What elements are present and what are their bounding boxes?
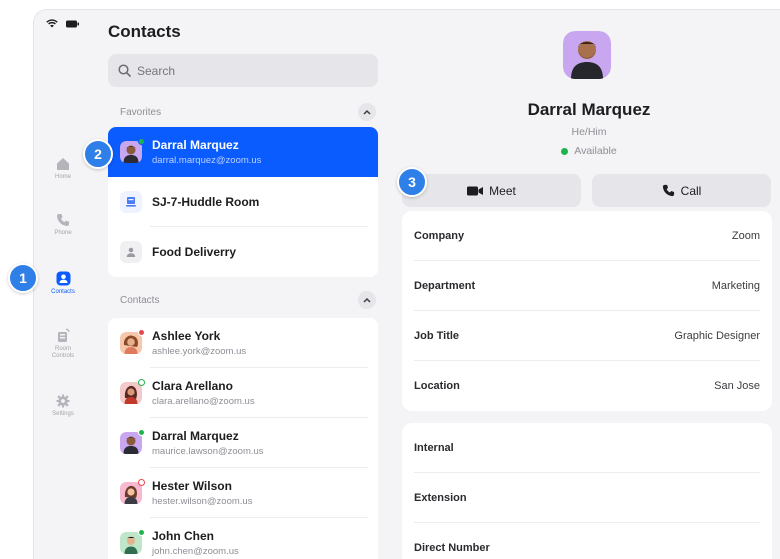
callout-badge-2: 2 [83,139,113,169]
favorites-header: Favorites [120,103,376,121]
status-dot [138,479,145,486]
video-camera-icon [467,186,484,195]
contact-email: darral.marquez@zoom.us [152,155,262,166]
room-controls-icon [58,328,70,342]
rail-label-home: Home [54,174,71,180]
chevron-up-icon [363,297,371,303]
info-row-extension[interactable]: Extension [402,473,772,523]
avatar [120,529,145,554]
chevron-up-icon [363,109,371,115]
info-row-company: Company Zoom [402,211,772,261]
wifi-icon [46,19,58,28]
nav-rail: Home Phone Contacts Room Controls Settin… [34,10,92,559]
callout-badge-3: 3 [397,167,427,197]
contacts-title: Contacts [108,22,181,41]
contact-email: maurice.lawson@zoom.us [152,446,264,457]
contact-name: John Chen [152,529,214,543]
search-field[interactable] [108,54,378,87]
contact-pronouns: He/Him [571,126,607,138]
avatar [120,479,145,504]
contact-name: SJ-7-Huddle Room [152,195,260,209]
rail-item-contacts[interactable]: Contacts [34,271,92,296]
contacts-section-header: Contacts [120,291,376,309]
rail-label-phone: Phone [54,230,72,236]
contact-detail-name: Darral Marquez [527,100,651,119]
contact-name: Clara Arellano [152,379,233,393]
available-dot [561,147,569,155]
info-row-location: Location San Jose [414,380,760,392]
favorites-collapse-button[interactable] [358,103,376,121]
rail-label-room-controls: Room Controls [51,346,75,359]
contact-name: Darral Marquez [152,429,239,443]
contact-name: Darral Marquez [152,138,239,152]
gear-icon [56,394,70,408]
rail-label-contacts: Contacts [51,289,75,295]
list-item[interactable]: Ashlee York ashlee.york@zoom.us [108,318,378,368]
callout-badge-1: 1 [8,263,38,293]
rail-item-room-controls[interactable]: Room Controls [34,328,92,360]
info-row-internal[interactable]: Internal [402,423,772,473]
search-input[interactable] [137,63,357,78]
contacts-collapse-button[interactable] [358,291,376,309]
home-icon [57,158,69,170]
list-item[interactable]: John Chen john.chen@zoom.us [108,518,378,559]
status-dot [138,329,145,336]
info-row-direct-number[interactable]: Direct Number [402,523,772,559]
status-dot [138,529,145,536]
rail-label-settings: Settings [52,411,74,417]
favorite-item-huddle-room[interactable]: SJ-7-Huddle Room [108,177,378,227]
contact-name: Hester Wilson [152,479,232,493]
presence-status: Available [404,145,774,157]
status-dot [138,429,145,436]
person-icon [120,241,142,263]
call-button[interactable]: Call [592,174,771,207]
favorite-item-food-delivery[interactable]: Food Deliverry [108,227,378,277]
contact-email: john.chen@zoom.us [152,546,239,557]
presence-label: Available [574,145,617,157]
phone-icon [662,184,674,197]
search-icon [118,64,131,77]
info-row-job-title: Job Title Graphic Designer [402,311,772,361]
list-item[interactable]: Clara Arellano clara.arellano@zoom.us [108,368,378,418]
room-icon [120,191,142,213]
contact-email: clara.arellano@zoom.us [152,396,255,407]
meet-label: Meet [489,183,516,198]
info-row-department: Department Marketing [402,261,772,311]
contacts-list: Ashlee York ashlee.york@zoom.us Clara Ar… [108,318,378,559]
favorites-label: Favorites [120,106,162,118]
battery-icon [66,20,79,27]
avatar [120,379,145,404]
profile-info-card: Company Zoom Department Marketing Job Ti… [402,211,772,411]
favorite-item-darral-marquez[interactable]: Darral Marquez darral.marquez@zoom.us [108,127,378,177]
avatar [120,329,145,354]
status-dot [138,379,145,386]
contact-email: hester.wilson@zoom.us [152,496,253,507]
meet-button[interactable]: Meet [402,174,581,207]
avatar [120,138,145,163]
list-item[interactable]: Darral Marquez maurice.lawson@zoom.us [108,418,378,468]
detail-avatar [563,31,611,79]
rail-item-home[interactable]: Home [34,157,92,181]
phone-info-card: Internal Extension Direct Number [402,423,772,559]
status-bar [46,19,79,28]
favorites-list: Darral Marquez darral.marquez@zoom.us SJ… [108,127,378,277]
avatar [120,429,145,454]
list-item[interactable]: Hester Wilson hester.wilson@zoom.us [108,468,378,518]
rail-item-phone[interactable]: Phone [34,213,92,237]
contacts-section-label: Contacts [120,294,160,306]
app-window: Home Phone Contacts Room Controls Settin… [33,9,780,559]
contact-name: Food Deliverry [152,245,237,259]
contacts-icon [56,271,70,286]
contact-name: Ashlee York [152,329,221,343]
phone-icon [57,214,69,226]
status-dot [138,138,145,145]
rail-item-settings[interactable]: Settings [34,394,92,418]
call-label: Call [680,183,702,198]
contact-email: ashlee.york@zoom.us [152,346,247,357]
